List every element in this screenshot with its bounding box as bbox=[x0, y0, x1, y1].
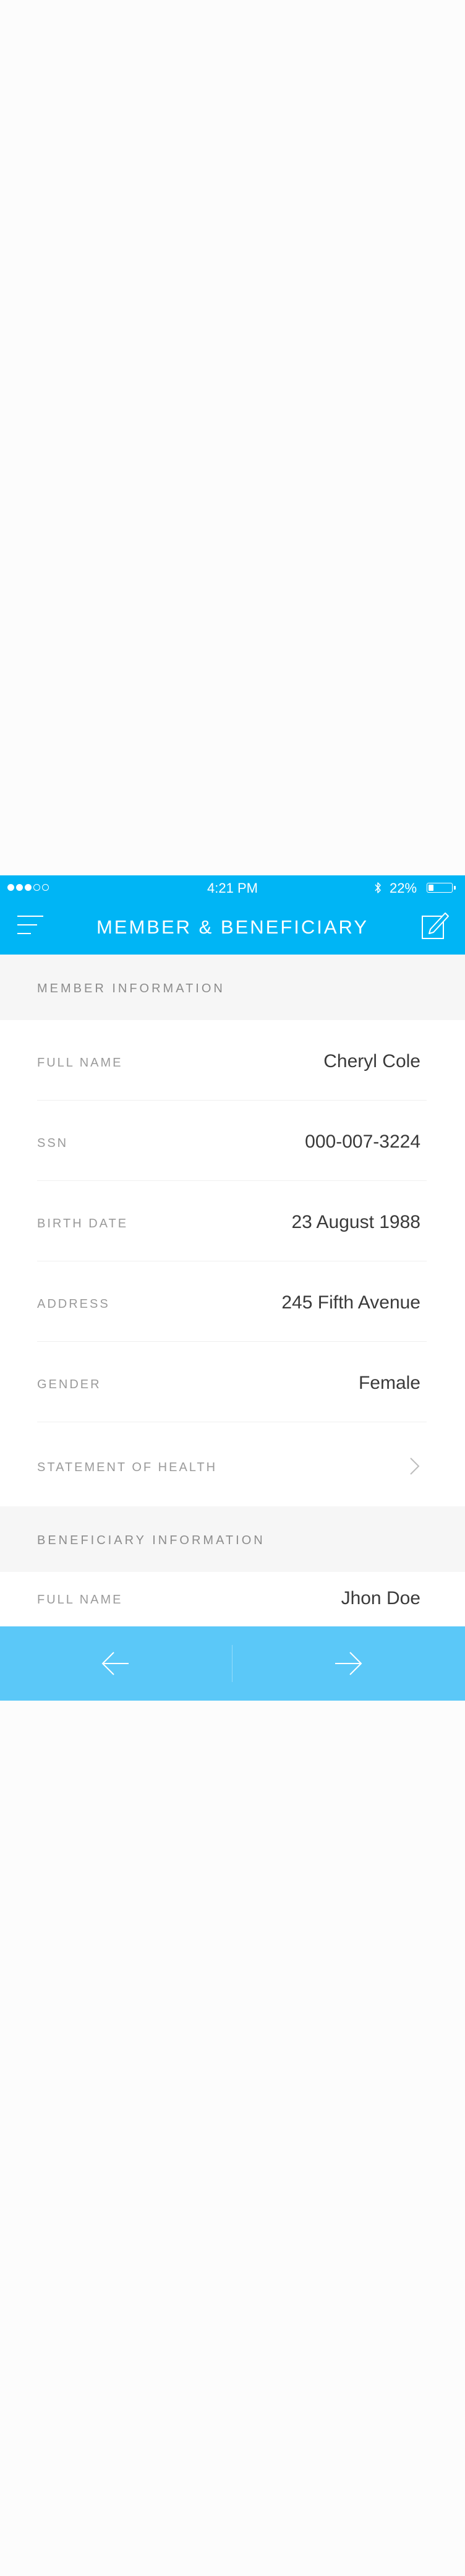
member-ssn-row: SSN 000-007-3224 bbox=[37, 1101, 427, 1181]
battery-tip bbox=[454, 886, 456, 890]
member-address-row: ADDRESS 245 Fifth Avenue bbox=[37, 1261, 427, 1342]
field-value: Jhon Doe bbox=[341, 1588, 420, 1608]
field-value: 245 Fifth Avenue bbox=[281, 1292, 420, 1313]
field-label: FULL NAME bbox=[37, 1056, 123, 1070]
battery-percent: 22% bbox=[390, 880, 417, 896]
member-birth-date-row: BIRTH DATE 23 August 1988 bbox=[37, 1181, 427, 1261]
hamburger-menu-icon bbox=[17, 916, 43, 934]
arrow-left-icon bbox=[101, 1652, 129, 1675]
statement-of-health-link[interactable]: STATEMENT OF HEALTH bbox=[37, 1422, 427, 1506]
beneficiary-information-header: BENEFICIARY INFORMATION bbox=[0, 1506, 465, 1572]
field-label: ADDRESS bbox=[37, 1297, 110, 1311]
edit-compose-icon bbox=[422, 912, 449, 939]
edit-button[interactable] bbox=[420, 910, 450, 941]
field-label: BIRTH DATE bbox=[37, 1217, 129, 1230]
back-button[interactable] bbox=[0, 1626, 232, 1701]
app-screen: 4:21 PM 22% MEMBER & BENEFICIARY MEMBER … bbox=[0, 875, 465, 1701]
section-title: MEMBER INFORMATION bbox=[37, 982, 225, 995]
battery-icon bbox=[427, 883, 453, 893]
field-value: Cheryl Cole bbox=[323, 1051, 420, 1071]
navigation-footer bbox=[0, 1626, 465, 1701]
battery-level-fill bbox=[429, 885, 433, 891]
forward-button[interactable] bbox=[232, 1626, 464, 1701]
field-value: 000-007-3224 bbox=[305, 1131, 420, 1152]
field-label: FULL NAME bbox=[37, 1593, 123, 1607]
chevron-right-icon bbox=[410, 1458, 420, 1475]
member-full-name-row: FULL NAME Cheryl Cole bbox=[37, 1020, 427, 1101]
page-title: MEMBER & BENEFICIARY bbox=[96, 916, 369, 938]
field-value: 23 August 1988 bbox=[291, 1212, 420, 1232]
section-title: BENEFICIARY INFORMATION bbox=[37, 1534, 265, 1547]
status-bar: 4:21 PM 22% bbox=[0, 875, 465, 900]
menu-button[interactable] bbox=[16, 914, 46, 938]
beneficiary-full-name-row: FULL NAME Jhon Doe bbox=[37, 1572, 427, 1626]
field-label: GENDER bbox=[37, 1378, 101, 1391]
field-value: Female bbox=[358, 1373, 420, 1393]
member-gender-row: GENDER Female bbox=[37, 1342, 427, 1422]
link-label: STATEMENT OF HEALTH bbox=[37, 1461, 218, 1474]
member-information-header: MEMBER INFORMATION bbox=[0, 955, 465, 1020]
bluetooth-icon bbox=[375, 882, 381, 893]
arrow-right-icon bbox=[335, 1652, 362, 1675]
field-label: SSN bbox=[37, 1136, 69, 1150]
app-header: 4:21 PM 22% MEMBER & BENEFICIARY bbox=[0, 875, 465, 955]
